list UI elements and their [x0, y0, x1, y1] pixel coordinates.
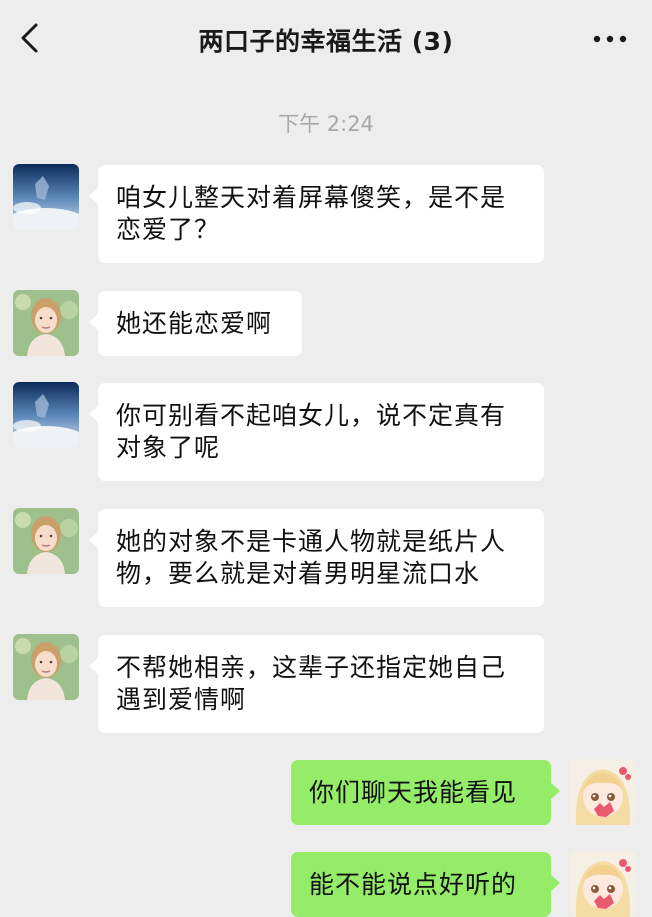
avatar-landscape[interactable] [13, 164, 79, 230]
message-timestamp: 下午 2:24 [278, 112, 374, 136]
avatar-woman[interactable] [13, 290, 79, 356]
chat-title: 两口子的幸福生活 (3) [198, 27, 454, 56]
avatar-anime[interactable] [570, 851, 636, 917]
message-bubble[interactable]: 不帮她相亲，这辈子还指定她自己遇到爱情啊 [89, 635, 544, 733]
avatar-landscape[interactable] [13, 382, 79, 448]
avatar-woman[interactable] [13, 508, 79, 574]
message-bubble[interactable]: 咱女儿整天对着屏幕傻笑，是不是恋爱了？ [89, 165, 544, 263]
avatar-woman[interactable] [13, 634, 79, 700]
avatar-anime[interactable] [570, 759, 636, 825]
more-button[interactable] [590, 24, 630, 54]
chat-header: 两口子的幸福生活 (3) [0, 0, 652, 76]
more-dots-icon [593, 35, 627, 43]
message-bubble[interactable]: 她的对象不是卡通人物就是纸片人物，要么就是对着男明星流口水 [89, 509, 544, 607]
message-bubble-self[interactable]: 能不能说点好听的 [291, 852, 560, 917]
message-bubble-self[interactable]: 你们聊天我能看见 [291, 760, 560, 825]
message-bubble[interactable]: 她还能恋爱啊 [89, 291, 302, 356]
message-bubble[interactable]: 你可别看不起咱女儿，说不定真有对象了呢 [89, 383, 544, 481]
